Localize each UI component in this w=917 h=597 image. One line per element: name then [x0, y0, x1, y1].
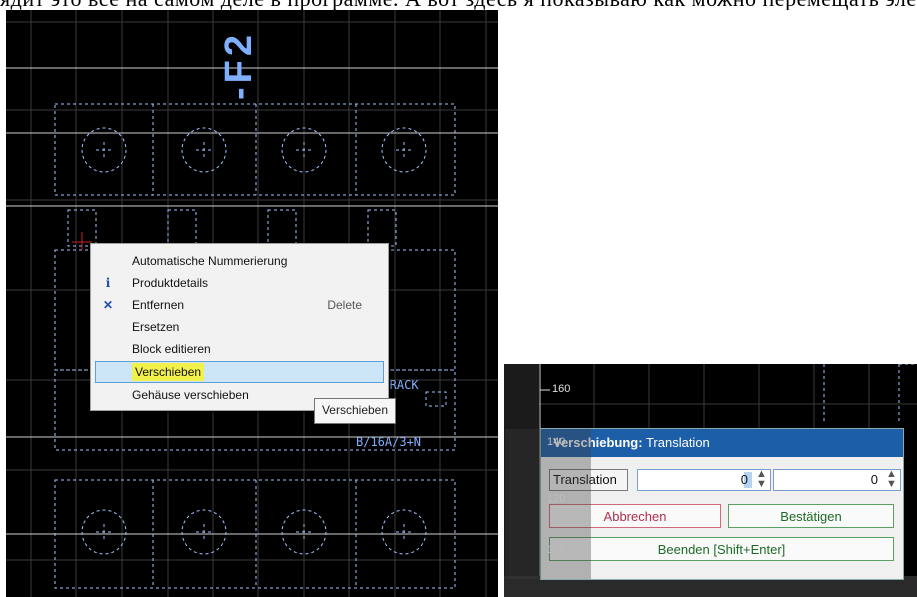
rating-text: B/16A/3+N — [356, 435, 422, 449]
menu-item-label: Entfernen — [132, 298, 185, 312]
confirm-button[interactable]: Bestätigen — [728, 504, 894, 528]
menu-item-label: Verschieben — [132, 363, 205, 381]
menu-item-label: Block editieren — [132, 342, 211, 356]
info-icon: i — [105, 276, 111, 290]
ruler-tick: 140 — [547, 436, 566, 448]
close-icon: ✕ — [102, 298, 114, 312]
ruler-tick: 160 — [552, 383, 571, 395]
menu-item-label: Produktdetails — [132, 276, 209, 290]
component-label: -F2 — [218, 31, 260, 100]
translation-y-value: 0 — [870, 472, 878, 487]
menu-item-shortcut: Delete — [327, 298, 362, 312]
menu-item-replace[interactable]: Ersetzen — [91, 316, 386, 338]
menu-item-move[interactable]: Verschieben — [95, 361, 384, 383]
menu-item-label: Ersetzen — [132, 320, 180, 334]
menu-item-auto-numbering[interactable]: Automatische Nummerierung — [91, 250, 386, 272]
menu-item-product-details[interactable]: i Produktdetails — [91, 272, 386, 294]
ruler-tick: 100 — [547, 544, 566, 556]
finish-button[interactable]: Beenden [Shift+Enter] — [549, 537, 894, 561]
panel-title-rest: Translation — [642, 435, 710, 450]
menu-item-label: Gehäuse verschieben — [132, 388, 249, 402]
panel-title-bold: Verschiebung: — [553, 435, 643, 450]
translation-y-input[interactable]: 0 ▲ ▼ — [773, 469, 901, 491]
menu-item-remove[interactable]: ✕ Entfernen Delete — [91, 294, 386, 316]
menu-item-label: Automatische Nummerierung — [132, 254, 288, 268]
tooltip: Verschieben — [314, 398, 396, 424]
translation-label: Translation — [549, 469, 628, 491]
translation-panel: Verschiebung: Translation 140 Translatio… — [505, 428, 904, 580]
panel-title: Verschiebung: Translation — [541, 429, 903, 457]
menu-item-edit-block[interactable]: Block editieren — [91, 338, 386, 360]
cancel-button[interactable]: Abbrechen — [549, 504, 721, 528]
context-menu: Automatische Nummerierung i Produktdetai… — [90, 243, 389, 411]
header-text: ядит это все на самом деле в программе. … — [0, 0, 917, 10]
spinner-icon[interactable]: ▲ ▼ — [756, 469, 767, 490]
translation-x-value: 0 — [740, 472, 748, 487]
translation-x-input[interactable]: 0 ▲ ▼ — [637, 469, 771, 491]
spinner-icon[interactable]: ▲ ▼ — [886, 469, 897, 490]
